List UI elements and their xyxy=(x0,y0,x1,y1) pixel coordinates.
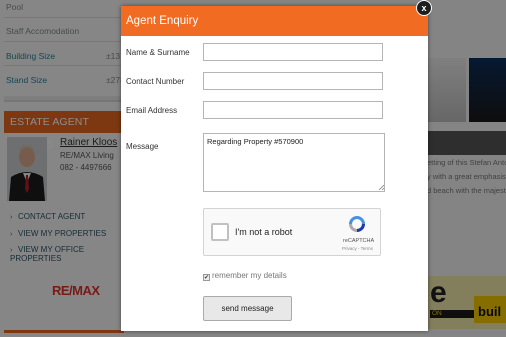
recaptcha-logo-icon xyxy=(349,216,365,232)
checkmark-icon[interactable]: ✔ xyxy=(203,274,210,281)
recaptcha-widget: I'm not a robot reCAPTCHA Privacy - Term… xyxy=(203,208,381,256)
message-label: Message xyxy=(126,142,159,151)
contact-label: Contact Number xyxy=(126,77,185,86)
recaptcha-label: I'm not a robot xyxy=(235,227,293,237)
name-label: Name & Surname xyxy=(126,48,190,57)
remember-details-option[interactable]: ✔ remember my details xyxy=(203,271,287,281)
resize-handle-icon[interactable] xyxy=(378,184,384,190)
email-label: Email Address xyxy=(126,106,178,115)
message-textarea[interactable] xyxy=(203,133,385,192)
send-message-button[interactable]: send message xyxy=(203,296,292,321)
recaptcha-brand: reCAPTCHA xyxy=(343,238,375,244)
name-surname-input[interactable] xyxy=(203,43,383,61)
contact-number-input[interactable] xyxy=(203,72,383,90)
email-input[interactable] xyxy=(203,101,383,119)
close-dialog-button[interactable]: x xyxy=(416,0,432,16)
agent-enquiry-dialog: Agent Enquiry Name & Surname Contact Num… xyxy=(121,6,428,331)
recaptcha-checkbox[interactable] xyxy=(211,223,229,241)
dialog-title: Agent Enquiry xyxy=(121,6,428,36)
recaptcha-terms-link[interactable]: Privacy - Terms xyxy=(342,246,373,251)
